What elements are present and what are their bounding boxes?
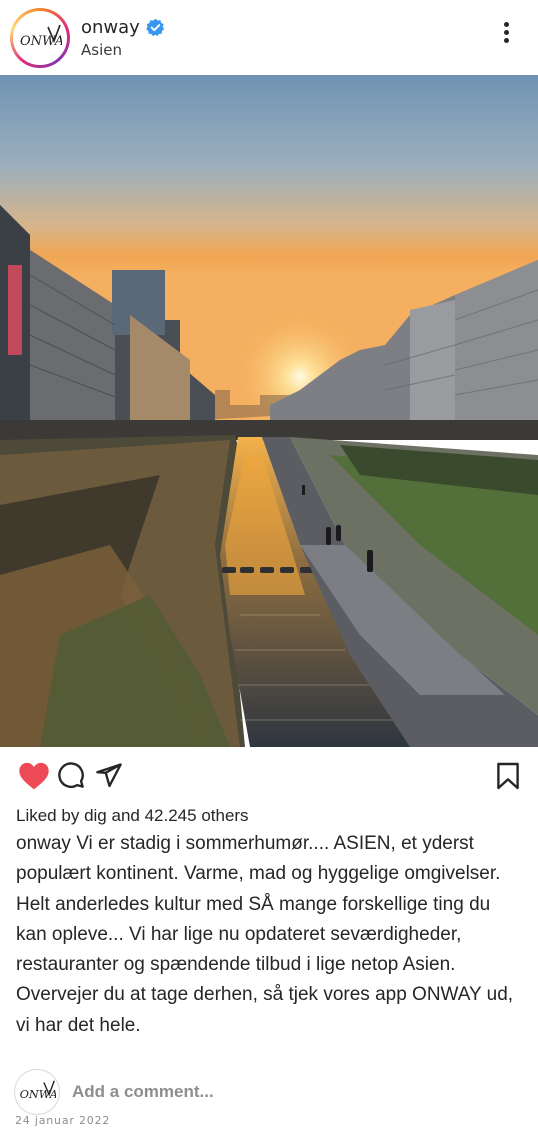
verified-badge-icon [146, 18, 164, 37]
paper-plane-icon[interactable] [94, 761, 124, 789]
likes-summary: Liked by dig and 42.245 others [16, 806, 249, 826]
onway-logo-icon: ONWAY [20, 1080, 56, 1101]
post-actions [0, 757, 538, 799]
post-date: 24 januar 2022 [15, 1114, 111, 1127]
caption-username[interactable]: onway [16, 833, 71, 854]
bookmark-icon[interactable] [496, 761, 520, 791]
likes-count[interactable]: 42.245 others [145, 806, 249, 825]
add-comment-input[interactable]: Add a comment... [72, 1082, 214, 1102]
post-location[interactable]: Asien [81, 41, 165, 59]
post-header: ONWAY onway Asien [0, 0, 538, 75]
onway-logo-icon: ONWAY [20, 24, 62, 49]
profile-avatar[interactable]: ONWAY [10, 8, 70, 68]
liked-by-and: and [111, 806, 140, 825]
more-options-icon[interactable] [500, 22, 512, 46]
caption-text: Vi er stadig i sommerhumør.... ASIEN, et… [16, 833, 514, 1036]
post-username[interactable]: onway [81, 17, 140, 38]
heart-icon[interactable] [18, 761, 50, 791]
current-user-avatar[interactable]: ONWAY [14, 1069, 60, 1115]
user-block: onway Asien [81, 17, 165, 59]
liked-by-prefix: Liked by [16, 806, 80, 825]
post-photo[interactable] [0, 75, 538, 747]
add-comment-row: ONWAY Add a comment... [14, 1069, 524, 1115]
liked-by-user[interactable]: dig [84, 806, 107, 825]
post-caption: onway Vi er stadig i sommerhumør.... ASI… [16, 829, 524, 1041]
comment-bubble-icon[interactable] [57, 761, 85, 789]
